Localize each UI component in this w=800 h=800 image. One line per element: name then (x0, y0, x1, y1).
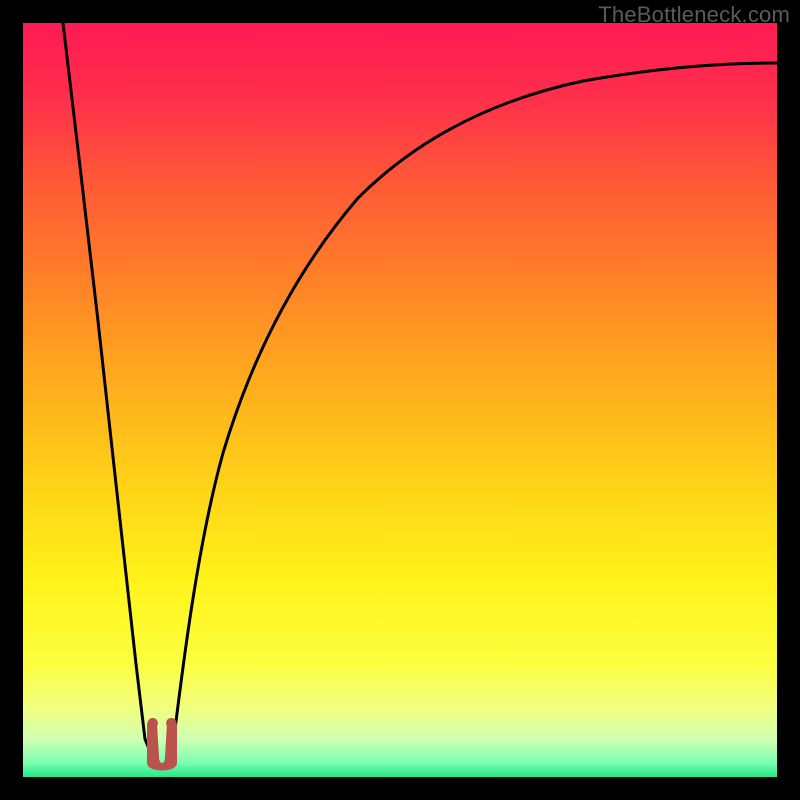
plot-area (23, 23, 777, 777)
curve-right-branch (172, 63, 777, 754)
valley-marker (147, 718, 177, 771)
curve-left-branch (63, 23, 151, 754)
chart-stage: TheBottleneck.com (0, 0, 800, 800)
chart-svg (23, 23, 777, 777)
